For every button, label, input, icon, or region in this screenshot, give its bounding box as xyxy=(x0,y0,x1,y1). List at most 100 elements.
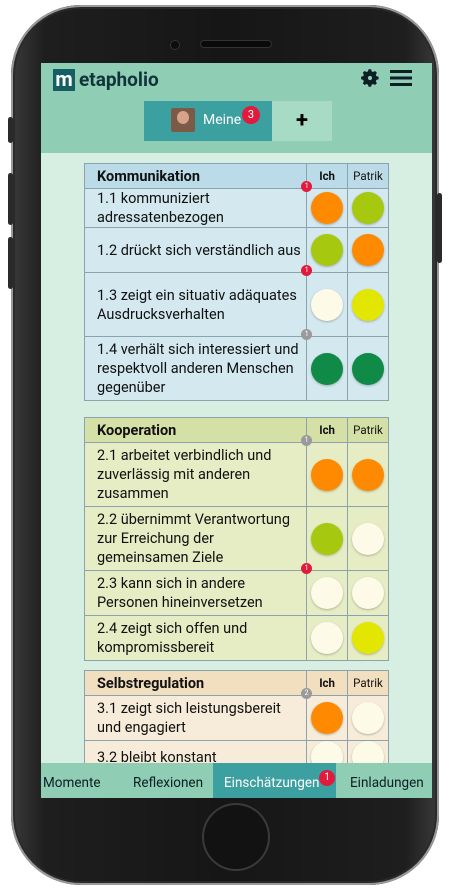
column-ich: Ich xyxy=(306,417,349,443)
rating-cell-ich xyxy=(306,570,349,616)
section-selbstregulation: Selbstregulation Ich Patrik 3.1 zeigt sich … xyxy=(83,670,389,764)
nav-einschaetzungen-badge: 1 xyxy=(319,770,335,786)
volume-down-button xyxy=(8,237,13,289)
rating-cell-other xyxy=(347,695,389,741)
logo-mark: m xyxy=(53,69,75,91)
rating-dot-ich[interactable] xyxy=(311,622,344,654)
volume-up-button xyxy=(8,173,13,225)
bottom-navigation: Momente Reflexionen Einschätzungen 1 Ein… xyxy=(41,763,432,798)
rating-cell-ich xyxy=(306,442,349,507)
rating-cell-ich xyxy=(306,272,349,337)
rating-dot-ich[interactable] xyxy=(311,522,344,555)
criterion-text: 1.2 drückt sich verständlich aus xyxy=(97,241,301,259)
criterion-cell: 3.2 bleibt konstant xyxy=(83,740,308,764)
rating-dot-ich[interactable] xyxy=(311,702,344,734)
rating-dot-other[interactable] xyxy=(352,577,385,609)
rating-dot-other[interactable] xyxy=(352,352,385,385)
criterion-row[interactable]: 2.3 kann sich in andere Personen hineinv… xyxy=(83,563,389,616)
rating-cell-other xyxy=(347,615,389,661)
section-title: Kommunikation xyxy=(83,163,308,189)
criterion-row[interactable]: 1.2 drückt sich verständlich aus xyxy=(83,227,389,273)
user-avatar xyxy=(171,108,195,132)
rating-cell-other xyxy=(347,506,389,571)
criterion-text: 2.4 zeigt sich offen und kompromissberei… xyxy=(97,620,248,656)
rating-dot-other[interactable] xyxy=(352,702,385,734)
rating-cell-ich xyxy=(306,740,349,763)
rating-dot-ich[interactable] xyxy=(311,192,344,224)
criterion-cell: 2.2 übernimmt Verantwortung zur Erreichu… xyxy=(83,506,308,571)
criterion-cell: 1.4 verhält sich interessiert und respek… xyxy=(83,329,313,401)
section-header: Kooperation Ich Patrik xyxy=(83,417,389,443)
rating-dot-ich[interactable] xyxy=(311,458,344,491)
rating-cell-ich xyxy=(306,188,349,228)
mute-switch xyxy=(8,117,13,143)
column-other: Patrik xyxy=(347,670,389,696)
tab-meine[interactable]: Meine 3 xyxy=(144,101,272,141)
criterion-text: 1.1 kommuniziert adressatenbezogen xyxy=(97,190,224,226)
criterion-row[interactable]: 1.3 zeigt ein situativ adäquates Ausdruc… xyxy=(83,265,389,337)
criterion-row[interactable]: 1.1 kommuniziert adressatenbezogen 1 xyxy=(83,181,389,228)
criterion-text: 2.1 arbeitet verbindlich und zuverlässig… xyxy=(97,447,272,502)
rating-cell-ich xyxy=(306,227,349,273)
rating-cell-ich xyxy=(306,336,349,401)
rating-cell-ich xyxy=(306,695,349,741)
power-button xyxy=(437,193,442,263)
home-button[interactable] xyxy=(204,805,268,869)
column-ich: Ich xyxy=(306,670,349,696)
section-kooperation: Kooperation Ich Patrik 2.1 arbeitet verbind… xyxy=(83,417,389,661)
nav-reflexionen[interactable]: Reflexionen xyxy=(121,763,225,798)
front-camera xyxy=(171,41,179,49)
rating-cell-other xyxy=(347,227,389,273)
rating-dot-other[interactable] xyxy=(352,288,385,321)
criterion-row[interactable]: 2.2 übernimmt Verantwortung zur Erreichu… xyxy=(83,506,389,571)
column-ich: Ich xyxy=(306,163,349,189)
rating-cell-other xyxy=(347,272,389,337)
add-tab-button[interactable]: + xyxy=(272,101,332,141)
gear-icon[interactable] xyxy=(359,67,381,89)
rating-dot-ich[interactable] xyxy=(311,234,344,266)
criterion-cell: 1.3 zeigt ein situativ adäquates Ausdruc… xyxy=(83,265,313,337)
criterion-row[interactable]: 2.4 zeigt sich offen und kompromissberei… xyxy=(83,615,389,661)
criterion-text: 1.4 verhält sich interessiert und respek… xyxy=(97,341,299,396)
criterion-row[interactable]: 3.2 bleibt konstant xyxy=(83,740,389,764)
criterion-text: 3.2 bleibt konstant xyxy=(97,748,217,764)
criterion-cell: 1.2 drückt sich verständlich aus xyxy=(83,227,308,273)
rating-dot-ich[interactable] xyxy=(311,577,344,609)
section-kommunikation: Kommunikation Ich Patrik 1.1 kommuniziert a… xyxy=(83,163,389,401)
criterion-cell: 2.1 arbeitet verbindlich und zuverlässig… xyxy=(83,435,313,507)
rating-dot-other[interactable] xyxy=(352,741,385,763)
nav-einladungen-label: Einladungen xyxy=(350,775,424,791)
notification-badge: 3 xyxy=(242,106,260,124)
criterion-row[interactable]: 1.4 verhält sich interessiert und respek… xyxy=(83,329,389,401)
rating-cell-ich xyxy=(306,615,349,661)
assessment-list[interactable]: Kommunikation Ich Patrik 1.1 kommuniziert a… xyxy=(41,153,432,763)
rating-dot-other[interactable] xyxy=(352,192,385,224)
column-other: Patrik xyxy=(347,417,389,443)
criterion-text: 2.3 kann sich in andere Personen hineinv… xyxy=(97,575,263,611)
criterion-row[interactable]: 3.1 zeigt sich leistungsbereit und engag… xyxy=(83,688,389,741)
app-screen: m etapholio Meine 3 + Kommunikation Ich Pa… xyxy=(41,63,432,798)
app-title: etapholio xyxy=(79,68,159,91)
nav-reflexionen-label: Reflexionen xyxy=(133,775,204,791)
section-title: Kooperation xyxy=(83,417,308,443)
column-other: Patrik xyxy=(347,163,389,189)
rating-dot-ich[interactable] xyxy=(311,741,344,763)
criterion-cell: 3.1 zeigt sich leistungsbereit und engag… xyxy=(83,688,313,741)
rating-dot-other[interactable] xyxy=(352,458,385,491)
rating-cell-other xyxy=(347,740,389,763)
hamburger-menu-icon[interactable] xyxy=(390,69,412,87)
nav-einschaetzungen-label: Einschätzungen xyxy=(224,775,320,791)
rating-cell-other xyxy=(347,188,389,228)
tab-meine-label: Meine xyxy=(203,112,242,128)
nav-einladungen[interactable]: Einladungen xyxy=(347,763,432,798)
rating-dot-ich[interactable] xyxy=(311,352,344,385)
criterion-row[interactable]: 2.1 arbeitet verbindlich und zuverlässig… xyxy=(83,435,389,507)
rating-dot-other[interactable] xyxy=(352,234,385,266)
rating-dot-ich[interactable] xyxy=(311,288,344,321)
nav-momente[interactable]: Momente xyxy=(41,763,125,798)
nav-einschaetzungen[interactable]: Einschätzungen 1 xyxy=(213,763,336,798)
rating-dot-other[interactable] xyxy=(352,522,385,555)
criterion-cell: 1.1 kommuniziert adressatenbezogen 1 xyxy=(83,181,313,228)
rating-cell-ich xyxy=(306,506,349,571)
rating-dot-other[interactable] xyxy=(352,622,385,654)
